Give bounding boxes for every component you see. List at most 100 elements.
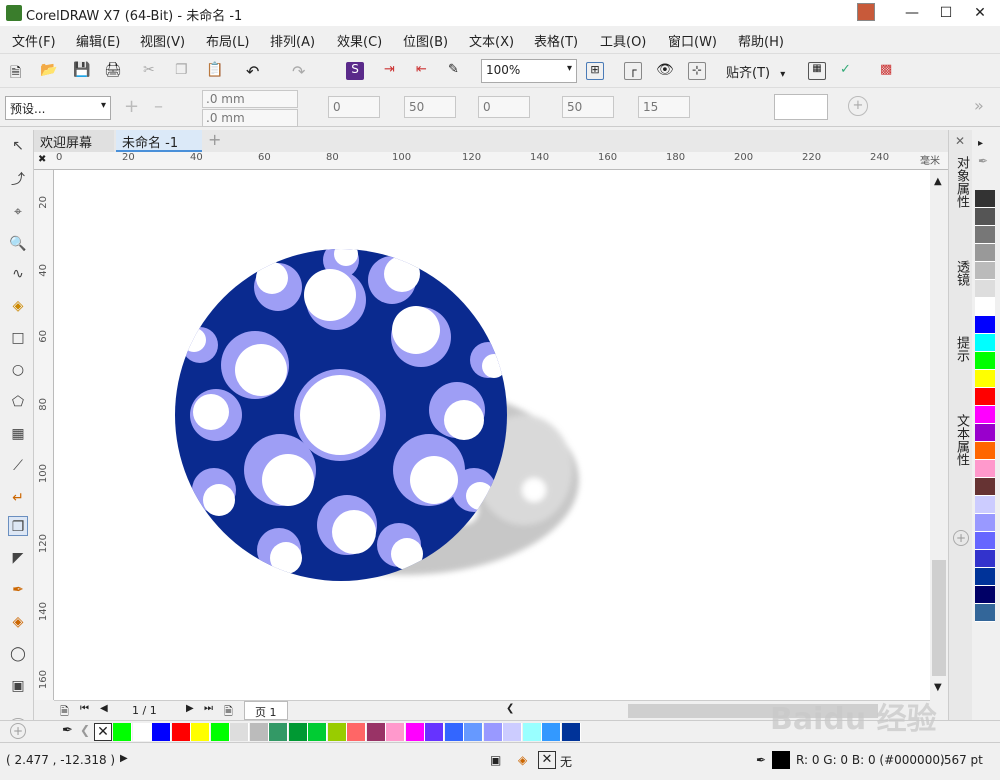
color-swatch[interactable] xyxy=(425,723,444,741)
color-swatch[interactable] xyxy=(444,723,464,741)
color-swatch[interactable] xyxy=(975,352,995,370)
new-document-icon[interactable]: 🗎 xyxy=(10,62,28,81)
color-swatch[interactable] xyxy=(975,208,995,226)
menu-arrange[interactable]: 排列(A) xyxy=(270,31,315,50)
color-swatch[interactable] xyxy=(975,550,995,568)
docker-tab-lens[interactable]: 透镜 xyxy=(951,260,971,286)
eyedropper-icon[interactable]: ✒ xyxy=(62,723,73,738)
color-swatch[interactable] xyxy=(975,460,995,478)
color-swatch[interactable] xyxy=(975,334,995,352)
eye-icon[interactable]: 👁 xyxy=(656,62,674,80)
color-swatch[interactable] xyxy=(327,723,347,741)
menu-tools[interactable]: 工具(O) xyxy=(600,31,646,50)
color-swatch[interactable] xyxy=(230,723,249,741)
color-swatch[interactable] xyxy=(975,604,995,622)
color-swatch[interactable] xyxy=(975,316,995,334)
color-swatch[interactable] xyxy=(975,532,995,550)
color-swatch[interactable] xyxy=(522,723,542,741)
opacity-field[interactable]: 50 xyxy=(404,96,456,118)
color-swatch[interactable] xyxy=(503,723,522,741)
horizontal-ruler[interactable]: ✖ 0 20 40 60 80 100 120 140 160 180 200 … xyxy=(34,152,948,170)
dimension-tool-icon[interactable]: ⟋ xyxy=(8,456,28,476)
color-swatch[interactable] xyxy=(975,388,995,406)
interactive-fill-icon[interactable]: ◈ xyxy=(8,612,28,632)
options-icon[interactable]: ▦ xyxy=(808,62,826,80)
minimize-button[interactable]: — xyxy=(894,0,930,26)
menu-file[interactable]: 文件(F) xyxy=(12,31,56,50)
first-page-icon[interactable]: ⏮ xyxy=(80,703,89,714)
show-guidelines-icon[interactable]: ⊹ xyxy=(688,62,706,80)
color-swatch[interactable] xyxy=(975,262,995,280)
undo-icon[interactable]: ↶ xyxy=(246,62,264,81)
add-icon[interactable]: + xyxy=(848,96,868,116)
copy-icon[interactable]: ❐ xyxy=(175,62,193,80)
maximize-button[interactable]: ☐ xyxy=(928,0,964,26)
color-swatch[interactable] xyxy=(132,723,152,741)
palette-scroll-up-icon[interactable]: ▸ xyxy=(978,138,983,149)
color-swatch[interactable] xyxy=(191,723,210,741)
angle-field[interactable]: 0 xyxy=(478,96,530,118)
smart-fill-tool-icon[interactable]: ◯ xyxy=(8,644,28,664)
color-swatch[interactable] xyxy=(975,478,995,496)
ruler-origin-icon[interactable]: ✖ xyxy=(38,154,46,165)
pick-tool-icon[interactable]: ↖ xyxy=(8,136,28,156)
no-color-swatch[interactable]: ✕ xyxy=(94,723,112,741)
eyedropper-icon[interactable]: ✒ xyxy=(978,154,988,168)
docker-tab-text-properties[interactable]: 文本属性 xyxy=(951,414,971,466)
color-swatch[interactable] xyxy=(386,723,405,741)
close-docker-icon[interactable]: ✕ xyxy=(955,134,965,148)
snap-to-dropdown[interactable]: 贴齐(T) ▾ xyxy=(726,62,785,81)
search-content-icon[interactable]: S xyxy=(346,62,364,80)
menu-table[interactable]: 表格(T) xyxy=(534,31,578,50)
last-page-icon[interactable]: ⏭ xyxy=(204,703,213,714)
drawing-canvas[interactable] xyxy=(54,170,930,700)
smart-fill-icon[interactable]: ◈ xyxy=(8,296,28,316)
export-icon[interactable]: ⇤ xyxy=(416,62,434,80)
page-tab-1[interactable]: 页 1 xyxy=(244,701,288,720)
menu-layout[interactable]: 布局(L) xyxy=(206,31,249,50)
user-icon[interactable] xyxy=(857,3,875,21)
docker-tab-object-properties[interactable]: 对象属性 xyxy=(951,156,971,208)
color-swatch[interactable] xyxy=(347,723,366,741)
width-field[interactable]: .0 mm xyxy=(202,90,298,108)
save-icon[interactable]: 💾 xyxy=(73,62,91,80)
zoom-combo[interactable]: 100% ▾ xyxy=(481,59,577,83)
play-icon[interactable]: ▶ xyxy=(120,753,128,764)
palette-scroll-left-icon[interactable]: ❮ xyxy=(80,723,90,737)
color-swatch[interactable] xyxy=(975,568,995,586)
color-swatch[interactable] xyxy=(975,370,995,388)
rectangle-tool-icon[interactable]: □ xyxy=(8,328,28,348)
sphere-artwork[interactable] xyxy=(54,170,930,700)
feather-field[interactable]: 15 xyxy=(638,96,690,118)
color-swatch[interactable] xyxy=(366,723,386,741)
new-tab-icon[interactable]: + xyxy=(204,130,224,152)
color-swatch[interactable] xyxy=(975,280,995,298)
color-swatch[interactable] xyxy=(464,723,483,741)
color-swatch[interactable] xyxy=(288,723,308,741)
welcome-screen-icon[interactable]: ▩ xyxy=(880,62,898,80)
color-swatch[interactable] xyxy=(308,723,327,741)
next-page-icon[interactable]: ▶ xyxy=(186,703,194,714)
color-swatch[interactable] xyxy=(975,244,995,262)
outline-color-swatch[interactable] xyxy=(772,751,790,769)
crop-tool-icon[interactable]: ⌖ xyxy=(8,202,28,222)
color-swatch[interactable] xyxy=(210,723,230,741)
publish-pdf-icon[interactable]: ✎ xyxy=(448,62,466,80)
scroll-up-icon[interactable]: ▲ xyxy=(934,176,942,187)
color-swatch[interactable] xyxy=(975,226,995,244)
color-swatch[interactable] xyxy=(975,424,995,442)
mesh-fill-icon[interactable]: ▣ xyxy=(8,676,28,696)
scroll-down-icon[interactable]: ▼ xyxy=(934,682,942,693)
color-swatch[interactable] xyxy=(561,723,581,741)
offset-field[interactable]: 0 xyxy=(328,96,380,118)
fill-none-swatch[interactable]: ✕ xyxy=(538,751,556,769)
vertical-ruler[interactable]: 20 40 60 80 100 120 140 160 xyxy=(34,170,54,700)
color-swatch[interactable] xyxy=(405,723,425,741)
cut-icon[interactable]: ✂ xyxy=(143,62,161,80)
color-swatch[interactable] xyxy=(975,298,995,316)
app-launcher-icon[interactable]: ✓ xyxy=(840,62,858,80)
color-swatch[interactable] xyxy=(113,723,132,741)
zoom-tool-icon[interactable]: 🔍 xyxy=(8,234,28,254)
menu-help[interactable]: 帮助(H) xyxy=(738,31,784,50)
color-swatch[interactable] xyxy=(483,723,503,741)
